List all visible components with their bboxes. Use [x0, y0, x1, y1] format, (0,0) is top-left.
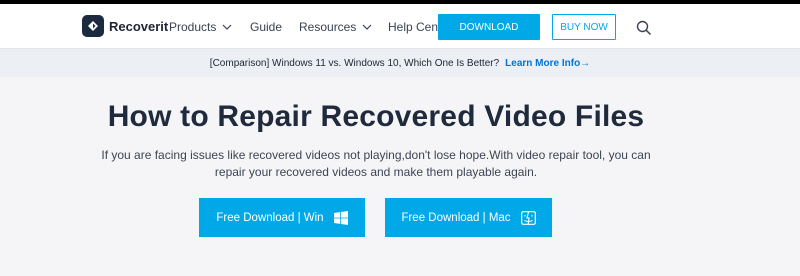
mac-finder-icon	[520, 210, 536, 225]
hero-description: If you are facing issues like recovered …	[101, 148, 651, 179]
promo-text: [Comparison] Windows 11 vs. Windows 10, …	[209, 57, 500, 69]
nav-resources[interactable]: Resources	[299, 20, 372, 34]
nav-products[interactable]: Products	[169, 20, 232, 34]
brand-name: Recoverit	[109, 18, 169, 34]
page-title: How to Repair Recovered Video Files	[107, 100, 645, 133]
recoverit-logo-icon	[82, 15, 104, 37]
brand-logo[interactable]: Recoverit	[82, 15, 168, 37]
download-button[interactable]: DOWNLOAD	[438, 14, 540, 40]
nav-products-label: Products	[169, 20, 217, 34]
navbar: Recoverit Products Guide Resources Help …	[0, 4, 800, 48]
windows-icon	[333, 210, 348, 225]
free-download-win-button[interactable]: Free Download | Win	[199, 198, 365, 237]
free-download-win-label: Free Download | Win	[216, 211, 324, 224]
buy-now-button[interactable]: BUY NOW	[552, 14, 616, 40]
chevron-down-icon	[222, 24, 232, 30]
promo-learn-more-link[interactable]: Learn More Info→	[505, 58, 590, 69]
free-download-mac-label: Free Download | Mac	[401, 211, 511, 224]
nav-resources-label: Resources	[299, 20, 357, 34]
chevron-down-icon	[362, 24, 372, 30]
promo-banner: [Comparison] Windows 11 vs. Windows 10, …	[0, 49, 800, 77]
nav-guide[interactable]: Guide	[250, 20, 282, 34]
nav-guide-label: Guide	[250, 20, 283, 34]
search-icon[interactable]	[636, 20, 652, 36]
free-download-mac-button[interactable]: Free Download | Mac	[385, 198, 552, 237]
